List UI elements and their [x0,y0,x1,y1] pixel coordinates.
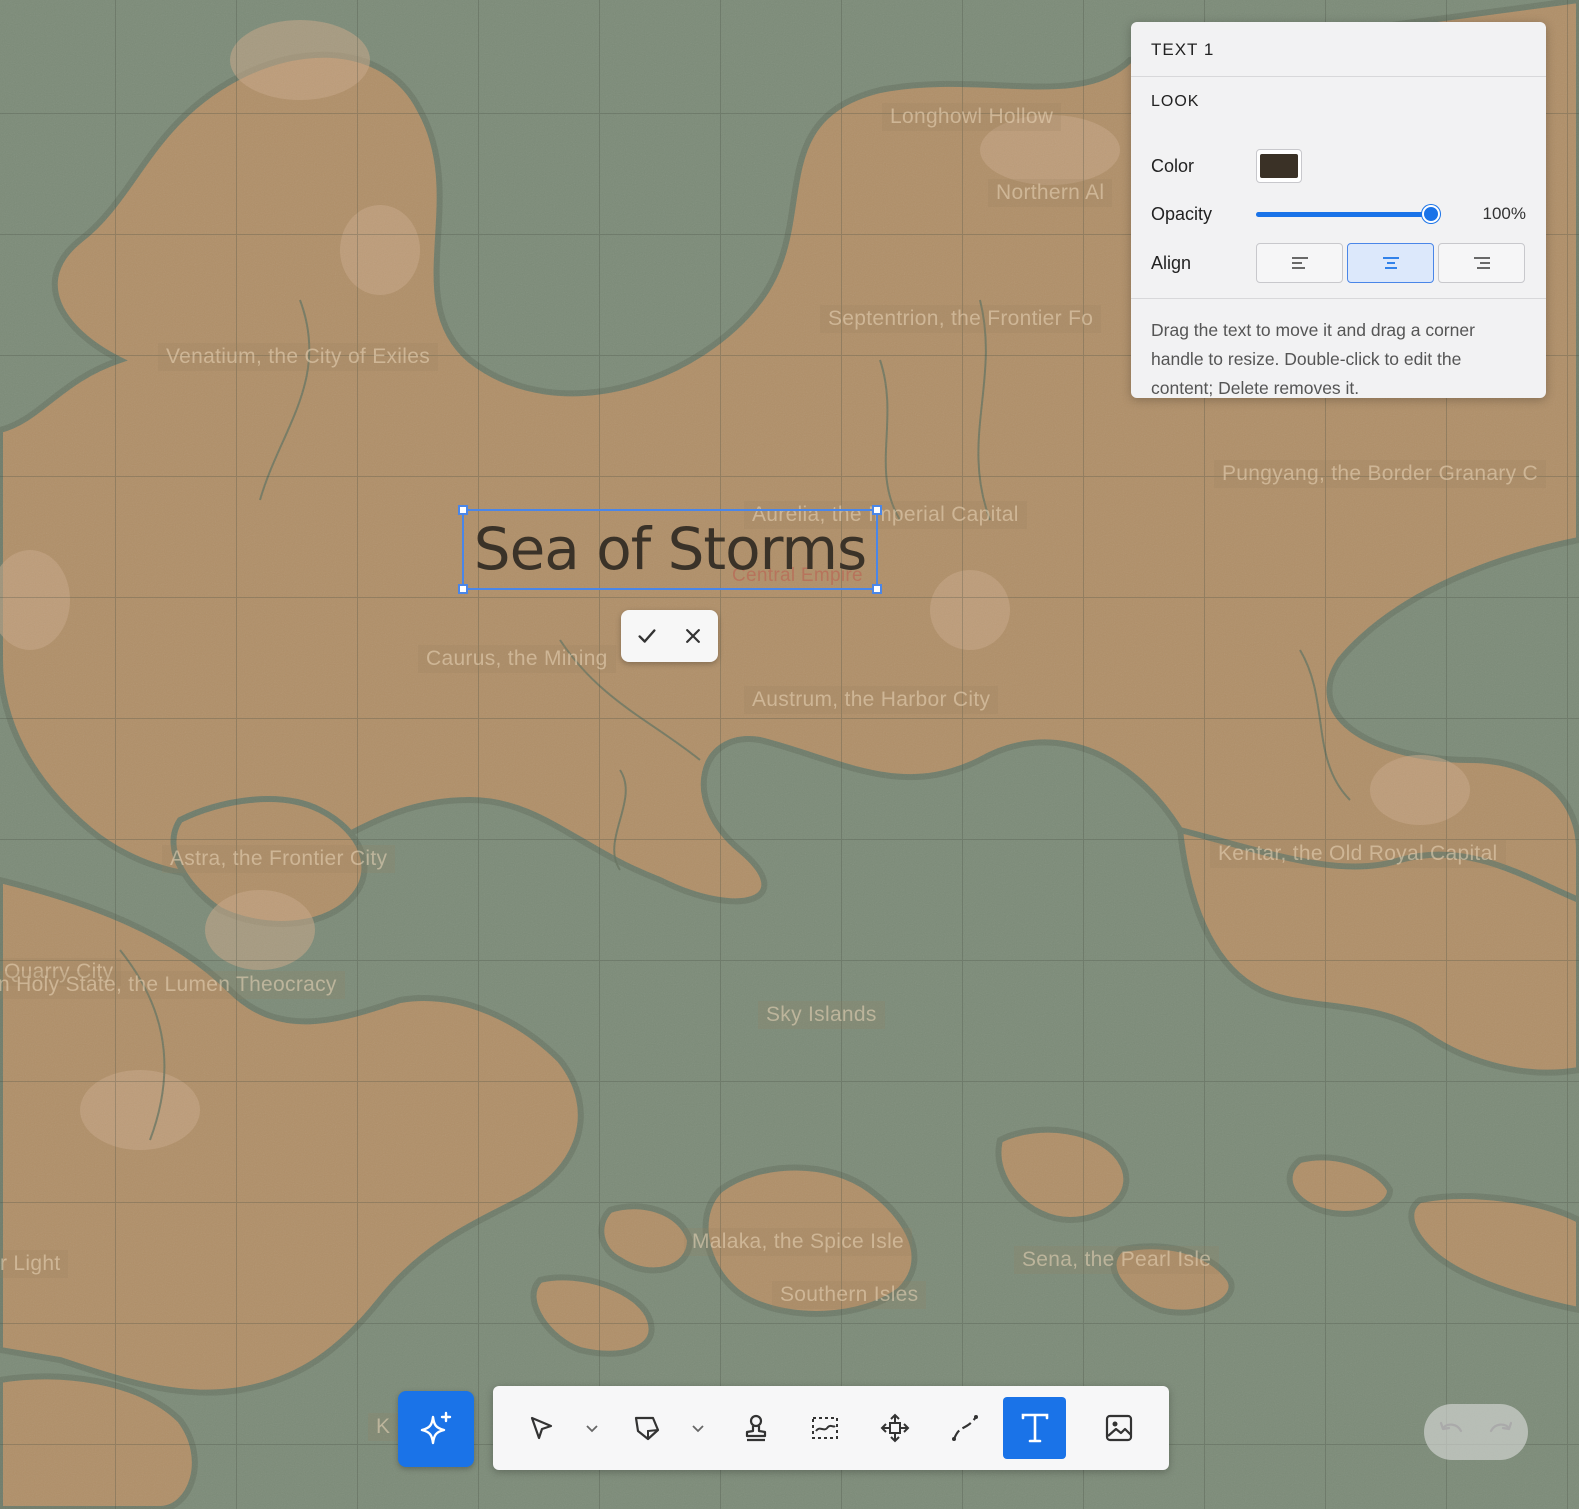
map-label-northern[interactable]: Northern Al [988,179,1113,207]
resize-handle-top-left[interactable] [458,505,468,515]
align-left-icon [1291,257,1308,269]
map-label-caurus[interactable]: Caurus, the Mining [418,645,616,673]
map-label-septentrion[interactable]: Septentrion, the Frontier Fo [820,305,1102,333]
opacity-slider-fill [1256,212,1431,217]
properties-panel: TEXT 1 LOOK Color Opacity 100% Align Dra [1131,22,1546,398]
stamp-tool[interactable] [734,1397,778,1459]
undo-redo-group [1424,1404,1528,1460]
sparkle-icon [420,1411,452,1445]
chevron-down-icon [692,1425,704,1433]
select-tool-dropdown[interactable] [581,1397,603,1459]
toolbar [493,1386,1169,1470]
align-center-button[interactable] [1347,243,1434,283]
map-label-venatium[interactable]: Venatium, the City of Exiles [158,343,439,371]
map-label-longhowl[interactable]: Longhowl Hollow [882,103,1062,131]
polygon-icon [634,1416,660,1441]
resize-handle-top-right[interactable] [872,505,882,515]
move-icon [880,1413,910,1443]
align-left-button[interactable] [1256,243,1343,283]
align-right-icon [1473,257,1490,269]
opacity-label: Opacity [1151,203,1213,224]
selected-text-content[interactable]: Sea of Storms [464,511,876,588]
image-icon [1105,1414,1133,1442]
path-icon [952,1415,978,1441]
undo-icon [1439,1421,1463,1432]
map-label-astra[interactable]: Astra, the Frontier City [162,845,396,873]
color-row: Color [1151,146,1526,186]
stamp-icon [745,1414,767,1442]
text-icon [1021,1413,1048,1443]
map-label-holy-state[interactable]: n Holy State, the Lumen Theocracy [0,971,345,999]
align-right-button[interactable] [1438,243,1525,283]
align-label: Align [1151,252,1192,273]
map-label-light[interactable]: r Light [0,1250,69,1278]
color-swatch-fill [1260,154,1298,178]
map-label-sky-islands[interactable]: Sky Islands [758,1001,885,1029]
region-tool[interactable] [803,1397,847,1459]
confirm-button[interactable] [631,620,663,652]
map-label-malaka[interactable]: Malaka, the Spice Isle [684,1228,913,1256]
close-icon [685,629,700,643]
undo-button[interactable] [1437,1419,1465,1446]
text-edit-actions [621,610,718,662]
panel-divider [1131,298,1546,299]
polygon-tool[interactable] [625,1397,669,1459]
path-tool[interactable] [943,1397,987,1459]
polygon-tool-dropdown[interactable] [687,1397,709,1459]
cancel-button[interactable] [677,620,709,652]
region-icon [812,1417,838,1439]
redo-button[interactable] [1487,1419,1515,1446]
check-icon [637,629,656,643]
map-label-southern-isles[interactable]: Southern Isles [772,1281,927,1309]
map-label-austrum[interactable]: Austrum, the Harbor City [744,686,999,714]
opacity-value: 100% [1482,204,1526,223]
image-tool[interactable] [1097,1397,1141,1459]
resize-handle-bottom-right[interactable] [872,584,882,594]
panel-title: TEXT 1 [1131,22,1546,77]
align-row: Align [1151,243,1526,283]
chevron-down-icon [586,1425,598,1433]
selected-text-element[interactable]: Sea of Storms [458,505,882,594]
resize-handle-bottom-left[interactable] [458,584,468,594]
text-tool[interactable] [1003,1397,1066,1459]
pointer-icon [530,1416,553,1440]
section-title-look: LOOK [1151,93,1200,110]
map-label-kentar[interactable]: Kentar, the Old Royal Capital [1210,840,1506,868]
opacity-row: Opacity 100% [1151,194,1526,234]
map-label-k[interactable]: K [368,1413,399,1441]
help-text: Drag the text to move it and drag a corn… [1151,320,1475,398]
align-button-group [1256,243,1525,283]
opacity-slider[interactable] [1256,204,1441,224]
color-swatch[interactable] [1256,149,1302,183]
align-center-icon [1382,257,1399,269]
redo-icon [1489,1421,1513,1432]
ai-sparkle-button[interactable] [398,1391,474,1467]
map-label-pungyang[interactable]: Pungyang, the Border Granary C [1214,460,1547,488]
select-tool[interactable] [519,1397,563,1459]
color-label: Color [1151,155,1195,176]
move-tool[interactable] [873,1397,917,1459]
opacity-slider-thumb[interactable] [1422,205,1440,223]
map-label-sena[interactable]: Sena, the Pearl Isle [1014,1246,1220,1274]
